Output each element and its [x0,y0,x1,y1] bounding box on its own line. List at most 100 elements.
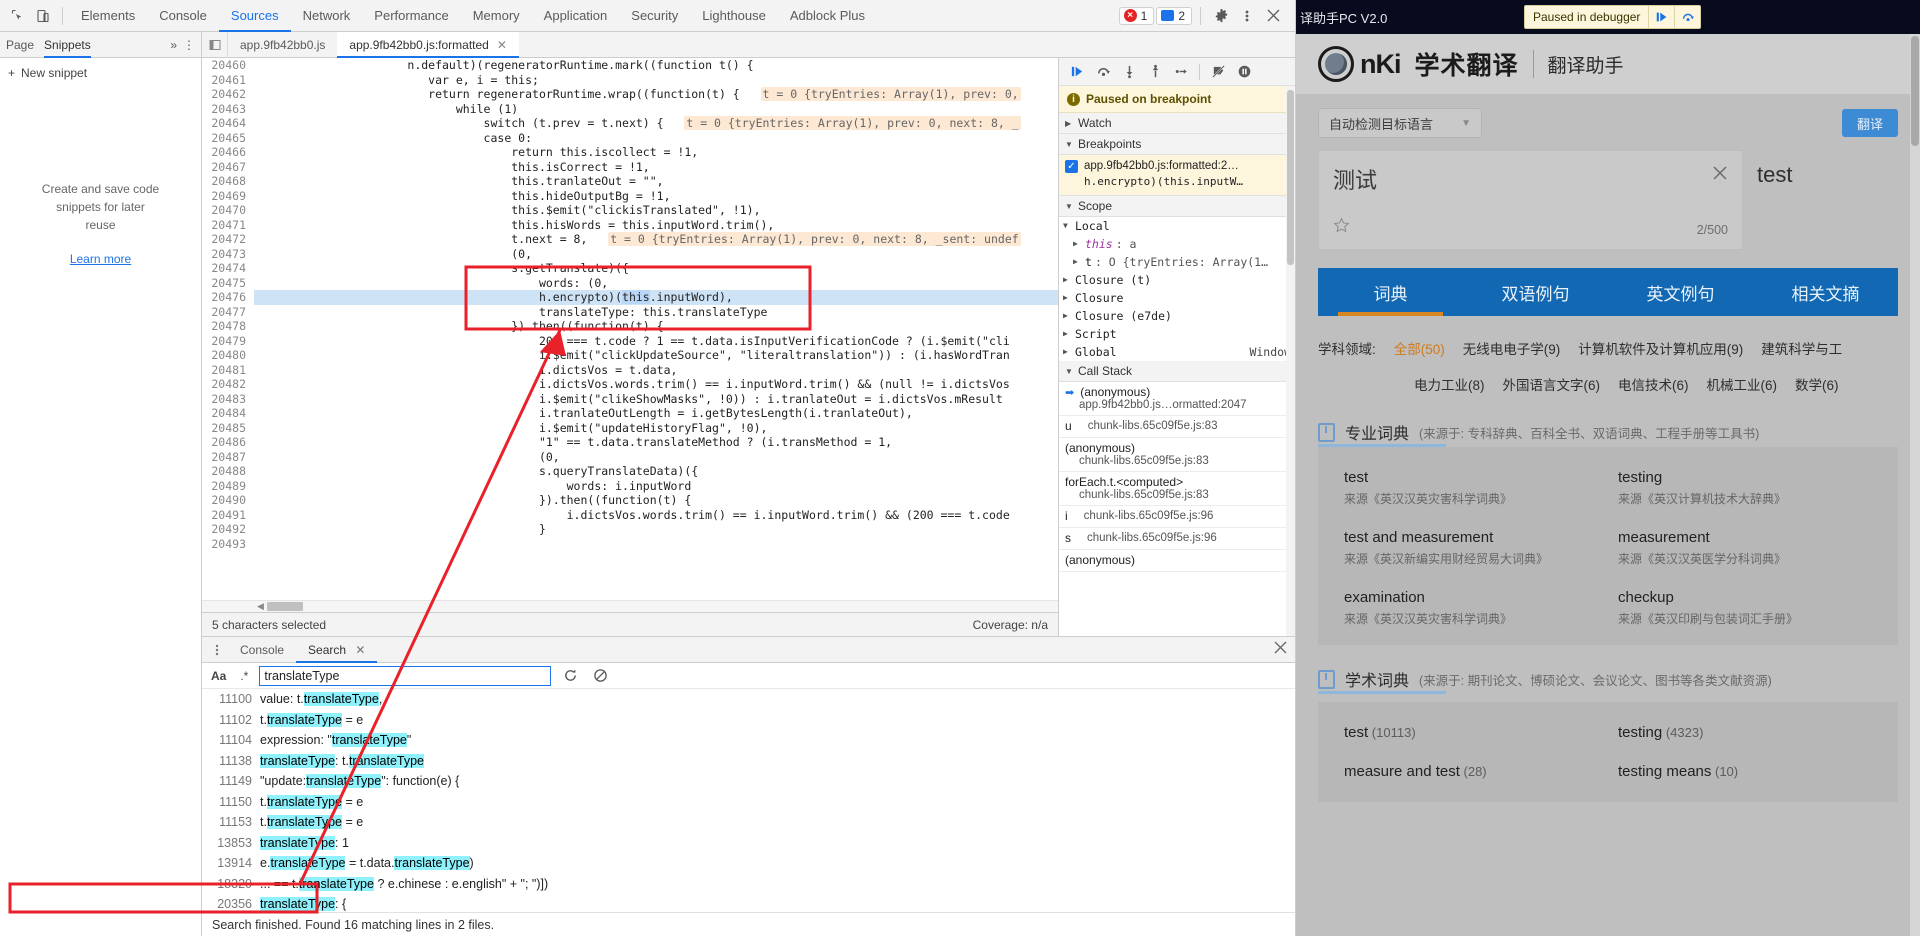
line-number[interactable]: 20489 [202,478,254,493]
call-stack-frame[interactable]: s chunk-libs.65c09f5e.js:96 [1059,528,1295,550]
app-scrollbar[interactable]: ▲ [1910,34,1920,936]
regex-button[interactable]: .* [237,669,251,683]
favorite-star-icon[interactable] [1333,217,1350,239]
code-line[interactable]: 20474 s.getTranslate)({ [202,261,1058,276]
section-watch[interactable]: ▶ Watch [1059,113,1295,134]
chevron-right-icon[interactable]: ▶ [1073,236,1082,252]
code-line[interactable]: 20478 }).then((function(t) { [202,319,1058,334]
code-line[interactable]: 20471 this.hisWords = this.inputWord.tri… [202,217,1058,233]
search-result-row[interactable]: 13914 e.translateType = t.data.translateT… [202,853,1295,874]
deactivate-breakpoints-icon[interactable] [1206,61,1230,83]
line-content[interactable]: translateType: this.translateType [254,305,767,320]
field-telecom[interactable]: 电信技术(6) [1618,374,1689,394]
code-line[interactable]: 20468 this.tranlateOut = "", [202,174,1058,189]
scope-row[interactable]: ▶ Closure (e7de) [1059,307,1295,325]
line-content[interactable]: i.dictsVos.words.trim() == i.inputWord.t… [254,508,1010,523]
sidebar-scrollbar[interactable] [1286,86,1295,636]
language-select[interactable]: 自动检测目标语言 ▼ [1318,108,1482,138]
dictionary-entry[interactable]: test and measurement 来源《英汉新编实用财经贸易大词典》 [1344,529,1598,567]
close-icon[interactable]: ✕ [355,643,365,657]
drawer-more-icon[interactable] [206,643,228,657]
line-number[interactable]: 20465 [202,130,254,145]
chevron-right-icon[interactable]: ▶ [1063,290,1072,306]
search-result-row[interactable]: 11102 t.translateType = e [202,710,1295,731]
code-line[interactable]: 20479 200 === t.code ? 1 == t.data.isInp… [202,333,1058,349]
source-code-editor[interactable]: 20460 n.default)(regeneratorRuntime.mark… [202,58,1058,600]
line-content[interactable]: switch (t.prev = t.next) { t = 0 {tryEnt… [254,116,1021,131]
code-line[interactable]: 20464 switch (t.prev = t.next) { t = 0 {… [202,116,1058,131]
field-foreign-languages[interactable]: 外国语言文字(6) [1503,374,1601,394]
chevron-down-icon[interactable]: ▼ [1063,218,1072,234]
line-number[interactable]: 20464 [202,116,254,131]
search-result-row[interactable]: 11150 t.translateType = e [202,792,1295,813]
pause-on-exceptions-icon[interactable] [1232,61,1256,83]
step-over-next-function-call-icon[interactable] [1091,61,1115,83]
tab-lighthouse[interactable]: Lighthouse [690,0,778,32]
code-line[interactable]: 20477 translateType: this.translateType [202,304,1058,320]
tab-sources[interactable]: Sources [219,0,291,32]
line-content[interactable]: t.next = 8, t = 0 {tryEntries: Array(1),… [254,232,1021,247]
scrollbar-thumb[interactable] [266,602,303,611]
search-result-row[interactable]: 11149 "update:translateType": function(e)… [202,771,1295,792]
error-count-badge[interactable]: × 1 [1118,6,1155,25]
line-content[interactable]: this.tranlateOut = "", [254,174,663,189]
code-line[interactable]: 20466 return this.iscollect = !1, [202,145,1058,160]
drawer-tab-console[interactable]: Console [228,637,296,663]
code-line[interactable]: 20491 i.dictsVos.words.trim() == i.input… [202,507,1058,523]
chevron-right-icon[interactable]: ▶ [1063,344,1072,360]
code-line[interactable]: 20480 i.$emit("clickUpdateSource", "lite… [202,348,1058,363]
scope-row[interactable]: ▶ Script [1059,325,1295,343]
line-content[interactable]: } [254,522,546,537]
line-content[interactable]: i.dictsVos.words.trim() == i.inputWord.t… [254,377,1010,392]
tab-bilingual-examples[interactable]: 双语例句 [1463,268,1608,316]
call-stack-frame[interactable]: i chunk-libs.65c09f5e.js:96 [1059,506,1295,528]
line-content[interactable]: words: i.inputWord [254,479,692,494]
line-content[interactable] [254,537,262,552]
field-radio-electronics[interactable]: 无线电电子学(9) [1463,338,1561,358]
resume-icon[interactable] [1648,6,1674,28]
tab-elements[interactable]: Elements [69,0,147,32]
line-number[interactable]: 20468 [202,174,254,189]
line-content[interactable]: (0, [254,247,532,262]
match-case-button[interactable]: Aa [208,669,229,683]
learn-more-link[interactable]: Learn more [24,250,177,268]
tab-related-abstracts[interactable]: 相关文摘 [1753,268,1898,316]
search-result-row[interactable]: 20356 translateType: { [202,894,1295,912]
tab-security[interactable]: Security [619,0,690,32]
line-number[interactable]: 20467 [202,159,254,174]
line-number[interactable]: 20485 [202,420,254,435]
line-number[interactable]: 20487 [202,449,254,464]
line-content[interactable]: 200 === t.code ? 1 == t.data.isInputVeri… [254,334,1010,349]
line-number[interactable]: 20469 [202,188,254,203]
line-number[interactable]: 20482 [202,377,254,392]
refresh-icon[interactable] [559,666,581,686]
line-content[interactable]: s.queryTranslateData)({ [254,464,698,479]
scope-row[interactable]: ▼ Local [1059,217,1295,235]
drawer-close-icon[interactable] [1274,641,1287,657]
line-number[interactable]: 20480 [202,348,254,363]
step-out-of-current-function-icon[interactable] [1143,61,1167,83]
academic-entry[interactable]: test (10113) [1344,724,1598,741]
line-number[interactable]: 20483 [202,391,254,406]
line-number[interactable]: 20476 [202,290,254,305]
navigator-more-icon[interactable]: ⋮ [183,38,195,52]
search-result-row[interactable]: 18320 ... == t.translateType ? e.chinese … [202,874,1295,895]
inspect-element-icon[interactable] [4,4,30,28]
line-content[interactable]: words: (0, [254,276,608,291]
line-content[interactable]: i.$emit("clikeShowMasks", !0)) : i.tranl… [254,392,1003,407]
line-number[interactable]: 20466 [202,145,254,160]
line-content[interactable]: }).then((function(t) { [254,493,691,508]
line-number[interactable]: 20477 [202,304,254,319]
editor-horizontal-scrollbar[interactable]: ◀ [202,600,1058,612]
line-number[interactable]: 20462 [202,87,254,102]
tab-english-examples[interactable]: 英文例句 [1608,268,1753,316]
scope-row[interactable]: ▶ Global Window [1059,343,1295,361]
line-content[interactable]: i.dictsVos = t.data, [254,363,677,378]
section-call-stack[interactable]: ▼ Call Stack [1059,361,1295,382]
code-line[interactable]: 20476 h.encrypto)(this.inputWord), [202,290,1058,305]
code-line[interactable]: 20465 case 0: [202,130,1058,145]
code-line[interactable]: 20467 this.isCorrect = !1, [202,159,1058,174]
dictionary-entry[interactable]: test 来源《英汉汉英灾害科学词典》 [1344,469,1598,507]
code-line[interactable]: 20483 i.$emit("clikeShowMasks", !0)) : i… [202,391,1058,407]
line-content[interactable]: this.hisWords = this.inputWord.trim(), [254,218,774,233]
